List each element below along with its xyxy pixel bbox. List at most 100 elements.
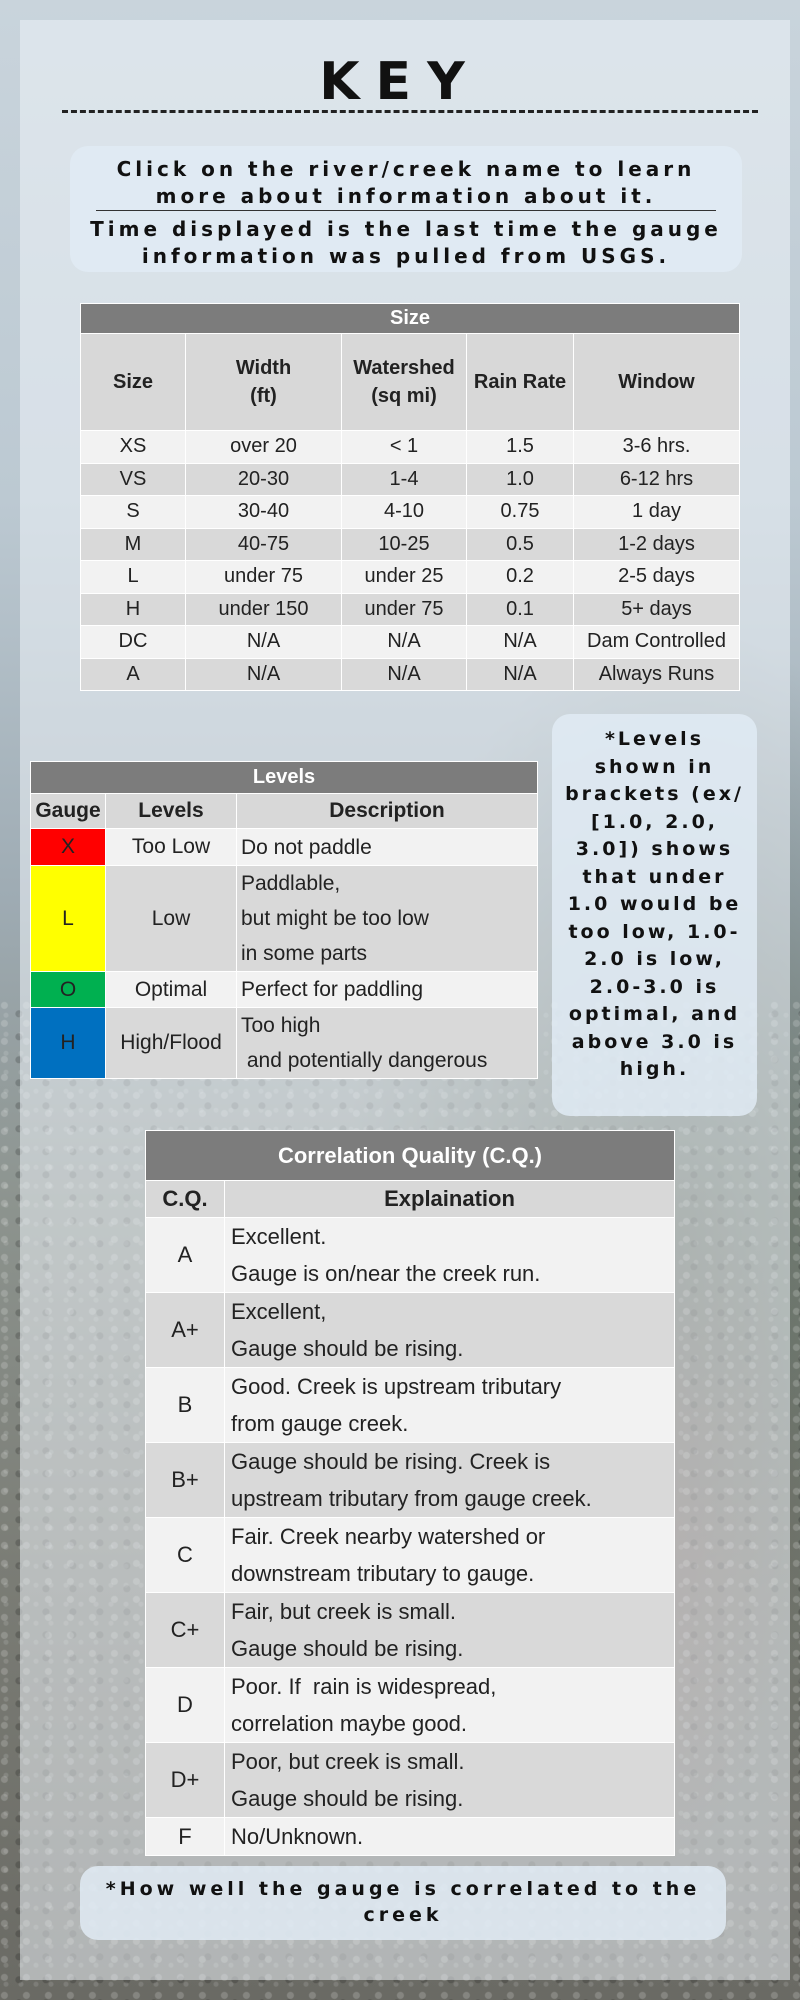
- cq-explanation: Good. Creek is upstream tributary from ga…: [224, 1367, 675, 1443]
- cq-row: D+ Poor, but creek is small. Gauge should …: [145, 1742, 675, 1818]
- cq-grade: C: [145, 1517, 225, 1593]
- cq-grade: A: [145, 1217, 225, 1293]
- cq-row: A+ Excellent, Gauge should be rising.: [145, 1292, 675, 1368]
- cq-explanation-line: Gauge should be rising.: [231, 1786, 464, 1811]
- size-row: S 30-40 4-10 0.75 1 day: [80, 495, 740, 529]
- size-cell: XS: [80, 430, 186, 464]
- size-cell: 30-40: [185, 495, 342, 529]
- cq-grade: D: [145, 1667, 225, 1743]
- cq-explanation-line: Gauge should be rising.: [231, 1636, 464, 1661]
- size-row: XS over 20 < 1 1.5 3-6 hrs.: [80, 430, 740, 464]
- cq-row: B Good. Creek is upstream tributary from g…: [145, 1367, 675, 1443]
- page-title: KEY: [319, 52, 481, 112]
- levels-description: Do not paddle: [236, 828, 538, 866]
- size-cell: < 1: [341, 430, 467, 464]
- size-cell: 1-4: [341, 462, 467, 496]
- size-col-watershed: Watershed (sq mi): [341, 333, 467, 431]
- size-cell: N/A: [466, 657, 574, 691]
- levels-description-line: Do not paddle: [241, 835, 372, 859]
- cq-explanation-line: Good. Creek is upstream tributary: [231, 1374, 562, 1399]
- size-cell: 1.0: [466, 462, 574, 496]
- levels-level: High/Flood: [105, 1007, 237, 1079]
- cq-explanation-line: from gauge creek.: [231, 1411, 409, 1436]
- size-cell: under 25: [341, 560, 467, 594]
- levels-description-line: and potentially dangerous: [241, 1049, 488, 1072]
- size-col-watershed-label: Watershed (sq mi): [353, 357, 455, 407]
- size-table: Size Size Width (ft) Watershed (sq mi) R…: [80, 303, 740, 691]
- levels-description-line: Too high: [241, 1014, 321, 1037]
- size-cell: 1 day: [573, 495, 740, 529]
- levels-row: L Low Paddlable, but might be too low in som…: [30, 865, 538, 972]
- levels-description-line: but might be too low: [241, 907, 429, 930]
- cq-row: A Excellent. Gauge is on/near the creek ru…: [145, 1217, 675, 1293]
- cq-row: C Fair. Creek nearby watershed or downstre…: [145, 1517, 675, 1593]
- title-divider: [62, 110, 758, 113]
- size-cell: 3-6 hrs.: [573, 430, 740, 464]
- size-cell: 5+ days: [573, 592, 740, 626]
- levels-description-line: in some parts: [241, 942, 368, 965]
- levels-level: Optimal: [105, 971, 237, 1008]
- levels-description-line: Paddlable,: [241, 872, 341, 895]
- gauge-swatch: H: [30, 1007, 106, 1079]
- size-row: Hunder 150 under 75 0.1 5+ days: [80, 592, 740, 626]
- size-col-width: Width (ft): [185, 333, 342, 431]
- size-col-width-label: Width (ft): [235, 357, 292, 407]
- size-cell: under 75: [341, 592, 467, 626]
- size-row: VS 20-30 1-4 1.0 6-12 hrs: [80, 462, 740, 496]
- intro-separator: [96, 210, 716, 211]
- gauge-swatch: O: [30, 971, 106, 1008]
- size-cell: Always Runs: [573, 657, 740, 691]
- size-cell: 0.2: [466, 560, 574, 594]
- size-cell: DC: [80, 625, 186, 659]
- cq-table-title: Correlation Quality (C.Q.): [145, 1130, 675, 1181]
- cq-grade: B: [145, 1367, 225, 1443]
- levels-description-line: Perfect for paddling: [241, 978, 424, 1001]
- levels-row: X Too Low Do not paddle: [30, 828, 538, 866]
- levels-description: Perfect for paddling: [236, 971, 538, 1008]
- size-cell: 0.75: [466, 495, 574, 529]
- size-cell: 1.5: [466, 430, 574, 464]
- size-cell: 4-10: [341, 495, 467, 529]
- cq-explanation-line: Gauge should be rising.: [231, 1336, 464, 1361]
- size-col-rain-rate: Rain Rate: [466, 333, 574, 431]
- intro-line-1: Click on the river/creek name to learn m…: [116, 157, 696, 208]
- size-cell: L: [80, 560, 186, 594]
- size-cell: N/A: [185, 657, 342, 691]
- cq-grade: C+: [145, 1592, 225, 1668]
- cq-note-text: *How well the gauge is correlated to the…: [105, 1878, 701, 1926]
- size-cell: A: [80, 657, 186, 691]
- size-cell: over 20: [185, 430, 342, 464]
- size-cell: 6-12 hrs: [573, 462, 740, 496]
- size-cell: VS: [80, 462, 186, 496]
- levels-level: Low: [105, 865, 237, 972]
- size-cell: 0.5: [466, 527, 574, 561]
- size-cell: H: [80, 592, 186, 626]
- size-row: DC N/A N/A N/A Dam Controlled: [80, 625, 740, 659]
- size-cell: Dam Controlled: [573, 625, 740, 659]
- size-cell: under 150: [185, 592, 342, 626]
- size-cell: N/A: [185, 625, 342, 659]
- cq-row: D Poor. If rain is widespread, correlation…: [145, 1667, 675, 1743]
- cq-table: Correlation Quality (C.Q.) C.Q. Explaina…: [145, 1130, 675, 1856]
- cq-explanation-line: correlation maybe good.: [231, 1711, 468, 1736]
- cq-explanation: Excellent. Gauge is on/near the creek run…: [224, 1217, 675, 1293]
- size-cell: 2-5 days: [573, 560, 740, 594]
- cq-explanation: Gauge should be rising. Creek is upstream…: [224, 1442, 675, 1518]
- levels-level: Too Low: [105, 828, 237, 866]
- cq-explanation: Excellent, Gauge should be rising.: [224, 1292, 675, 1368]
- levels-table: Levels Gauge Levels Description X Too Low…: [30, 761, 538, 1079]
- gauge-swatch: L: [30, 865, 106, 972]
- levels-description: Too high and potentially dangerous: [236, 1007, 538, 1079]
- size-cell: M: [80, 527, 186, 561]
- levels-row: O Optimal Perfect for paddling: [30, 971, 538, 1008]
- levels-description: Paddlable, but might be too low in some pa…: [236, 865, 538, 972]
- cq-col-explanation: Explaination: [224, 1180, 675, 1218]
- cq-explanation-line: Excellent,: [231, 1299, 327, 1324]
- cq-explanation: Poor, but creek is small. Gauge should be…: [224, 1742, 675, 1818]
- levels-note: *Levels shown in brackets (ex/ [1.0, 2.0…: [552, 714, 757, 1116]
- cq-row: F No/Unknown.: [145, 1817, 675, 1856]
- cq-explanation-line: Excellent.: [231, 1224, 327, 1249]
- size-cell: N/A: [466, 625, 574, 659]
- size-row: M 40-75 10-25 0.5 1-2 days: [80, 527, 740, 561]
- levels-table-title: Levels: [30, 761, 538, 794]
